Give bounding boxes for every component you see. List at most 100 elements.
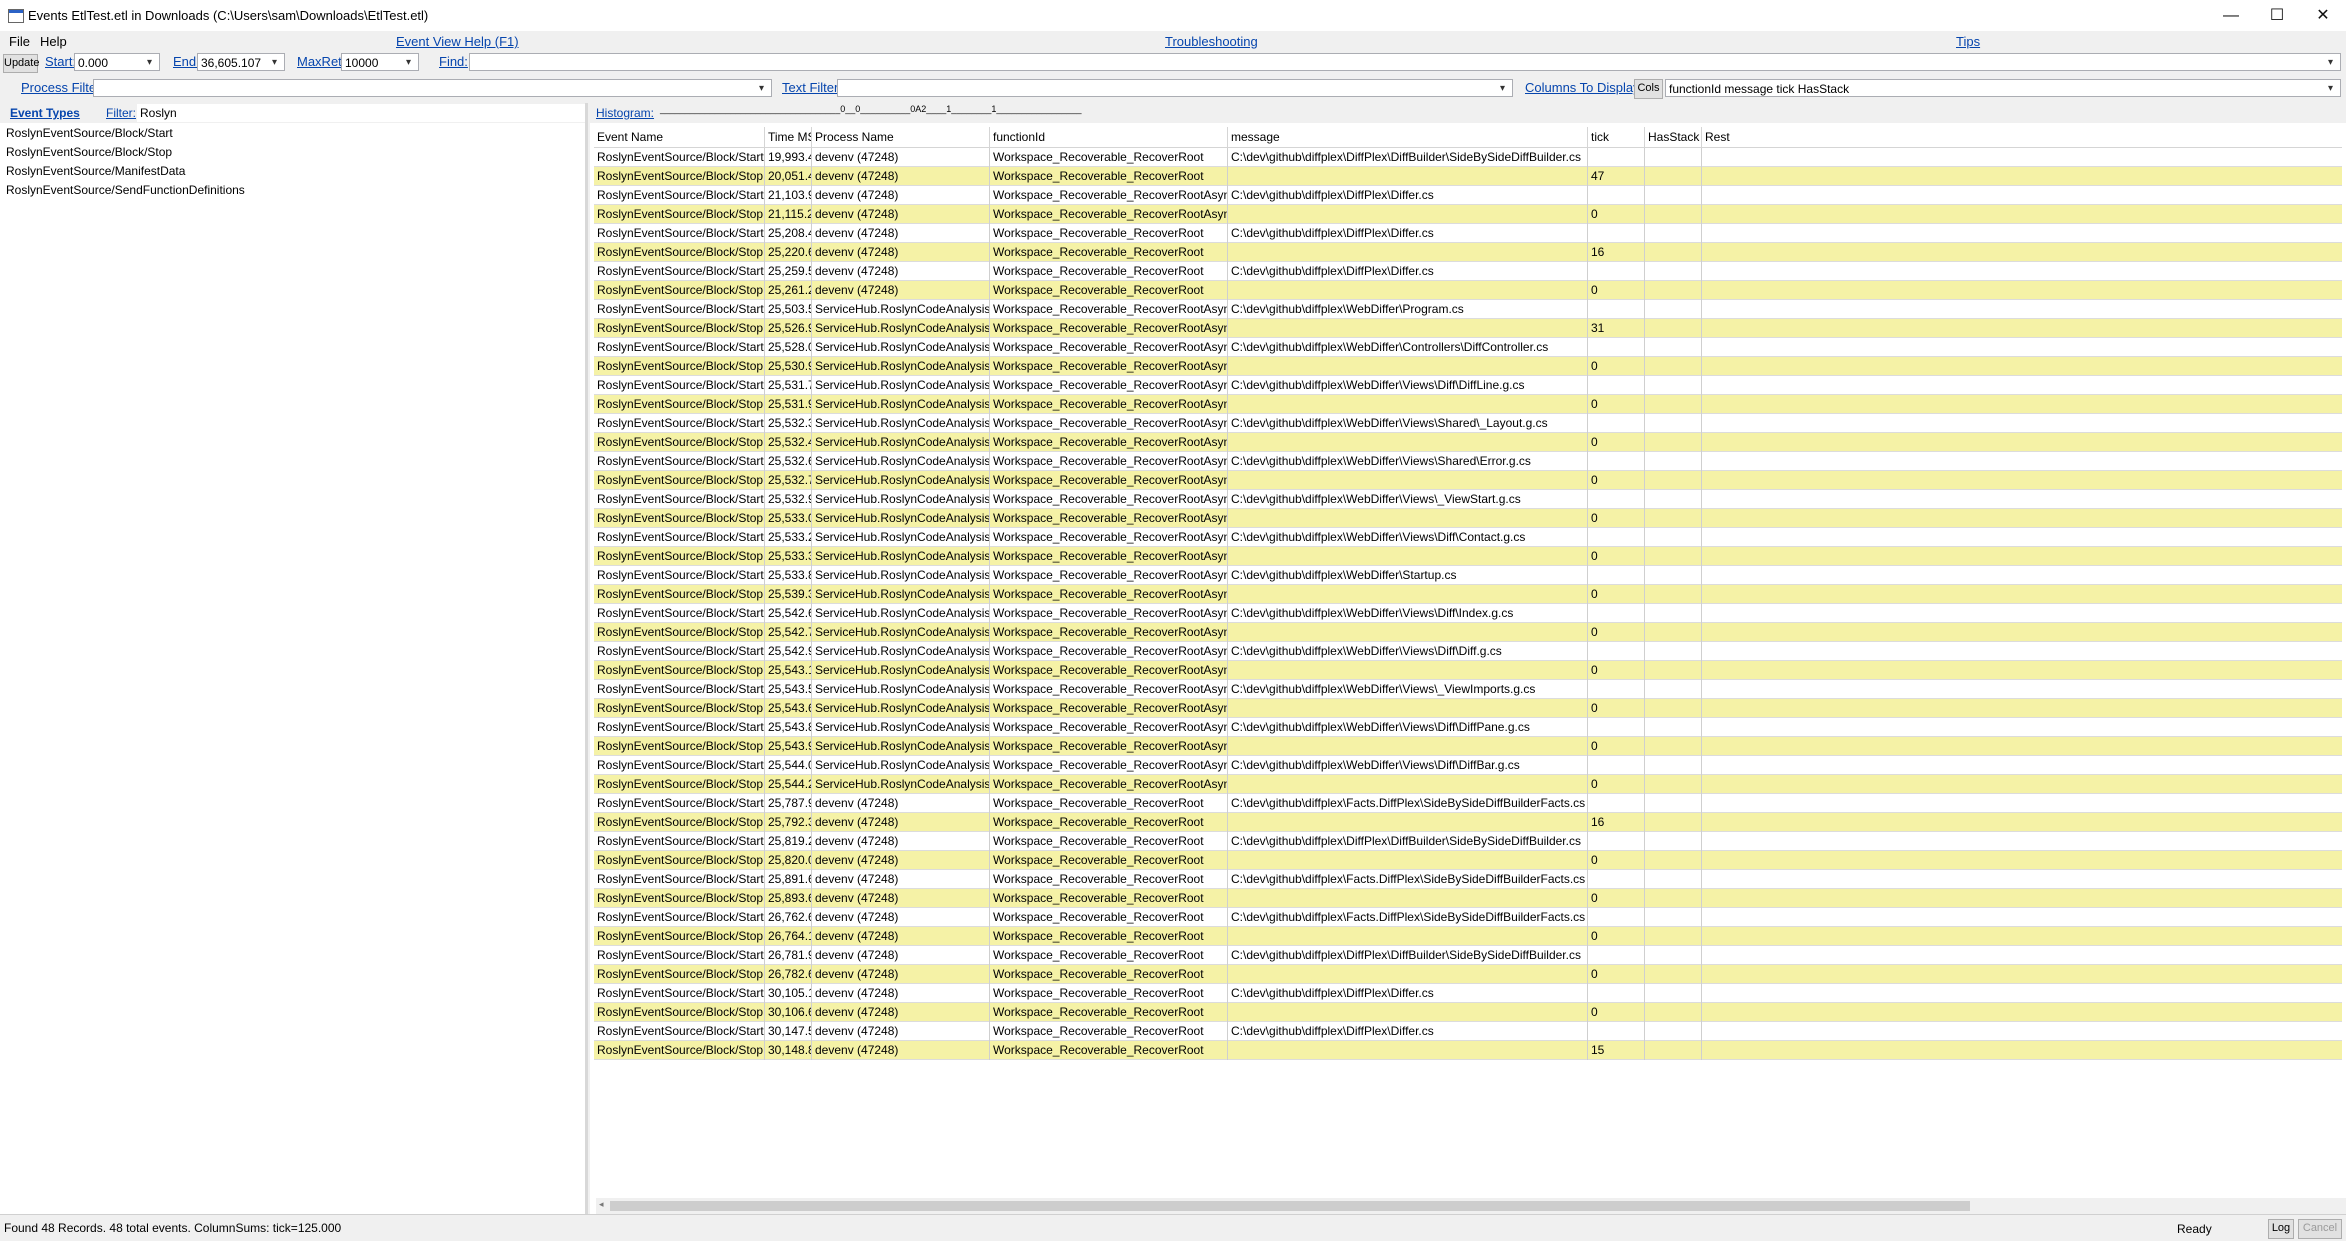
cell-process-name[interactable]: ServiceHub.RoslynCodeAnalysisService32 (…: [812, 623, 990, 642]
text-filter-label[interactable]: Text Filter:: [782, 80, 842, 95]
cell-message[interactable]: C:\dev\github\diffplex\DiffPlex\DiffBuil…: [1228, 832, 1588, 851]
cell-message[interactable]: C:\dev\github\diffplex\WebDiffer\Views\D…: [1228, 376, 1588, 395]
cell-functionid[interactable]: Workspace_Recoverable_RecoverRoot: [990, 794, 1228, 813]
cell-rest[interactable]: [1702, 224, 2342, 243]
text-filter-dropdown-icon[interactable]: ▾: [1500, 83, 1505, 94]
cell-event-name[interactable]: RoslynEventSource/Block/Stop: [594, 965, 765, 984]
cell-time-msec[interactable]: 21,115.240: [765, 205, 812, 224]
table-row[interactable]: RoslynEventSource/Block/Start25,542.648S…: [594, 604, 2342, 623]
cell-message[interactable]: [1228, 1003, 1588, 1022]
table-row[interactable]: RoslynEventSource/Block/Stop25,543.908Se…: [594, 737, 2342, 756]
cell-message[interactable]: C:\dev\github\diffplex\WebDiffer\Views\D…: [1228, 718, 1588, 737]
cell-time-msec[interactable]: 25,528.029: [765, 338, 812, 357]
cell-hasstack[interactable]: [1645, 642, 1702, 661]
close-button[interactable]: ✕: [2300, 0, 2346, 31]
cell-message[interactable]: [1228, 471, 1588, 490]
cell-tick[interactable]: [1588, 262, 1645, 281]
cell-message[interactable]: C:\dev\github\diffplex\WebDiffer\Views\S…: [1228, 414, 1588, 433]
end-dropdown-icon[interactable]: ▾: [272, 57, 277, 68]
cell-event-name[interactable]: RoslynEventSource/Block/Stop: [594, 357, 765, 376]
table-row[interactable]: RoslynEventSource/Block/Stop26,764.109de…: [594, 927, 2342, 946]
cell-process-name[interactable]: ServiceHub.RoslynCodeAnalysisService32 (…: [812, 376, 990, 395]
table-row[interactable]: RoslynEventSource/Block/Start25,532.997S…: [594, 490, 2342, 509]
table-row[interactable]: RoslynEventSource/Block/Start25,528.029S…: [594, 338, 2342, 357]
cell-hasstack[interactable]: [1645, 300, 1702, 319]
table-row[interactable]: RoslynEventSource/Block/Start26,781.938d…: [594, 946, 2342, 965]
cell-functionid[interactable]: Workspace_Recoverable_RecoverRootAsync: [990, 642, 1228, 661]
cell-rest[interactable]: [1702, 414, 2342, 433]
cell-hasstack[interactable]: [1645, 357, 1702, 376]
cell-rest[interactable]: [1702, 167, 2342, 186]
cell-time-msec[interactable]: 25,544.242: [765, 775, 812, 794]
menu-file[interactable]: File: [9, 34, 30, 49]
cell-time-msec[interactable]: 25,533.865: [765, 566, 812, 585]
cell-tick[interactable]: 0: [1588, 737, 1645, 756]
cell-process-name[interactable]: ServiceHub.RoslynCodeAnalysisService32 (…: [812, 642, 990, 661]
table-row[interactable]: RoslynEventSource/Block/Stop25,532.433Se…: [594, 433, 2342, 452]
cell-tick[interactable]: 0: [1588, 623, 1645, 642]
cell-time-msec[interactable]: 25,544.090: [765, 756, 812, 775]
cell-rest[interactable]: [1702, 851, 2342, 870]
cell-process-name[interactable]: devenv (47248): [812, 946, 990, 965]
cell-tick[interactable]: [1588, 604, 1645, 623]
cell-process-name[interactable]: ServiceHub.RoslynCodeAnalysisService32 (…: [812, 509, 990, 528]
table-row[interactable]: RoslynEventSource/Block/Stop25,261.282de…: [594, 281, 2342, 300]
table-row[interactable]: RoslynEventSource/Block/Start26,762.664d…: [594, 908, 2342, 927]
cell-rest[interactable]: [1702, 528, 2342, 547]
cell-process-name[interactable]: ServiceHub.RoslynCodeAnalysisService32 (…: [812, 338, 990, 357]
cell-rest[interactable]: [1702, 585, 2342, 604]
histogram-label[interactable]: Histogram:: [596, 106, 654, 120]
event-types-title[interactable]: Event Types: [10, 106, 80, 120]
cell-rest[interactable]: [1702, 718, 2342, 737]
cell-process-name[interactable]: devenv (47248): [812, 851, 990, 870]
cell-tick[interactable]: [1588, 756, 1645, 775]
cell-message[interactable]: C:\dev\github\diffplex\Facts.DiffPlex\Si…: [1228, 794, 1588, 813]
cell-rest[interactable]: [1702, 148, 2342, 167]
cell-tick[interactable]: 0: [1588, 585, 1645, 604]
cell-tick[interactable]: [1588, 794, 1645, 813]
cell-tick[interactable]: [1588, 1022, 1645, 1041]
cell-functionid[interactable]: Workspace_Recoverable_RecoverRootAsync: [990, 566, 1228, 585]
cell-hasstack[interactable]: [1645, 718, 1702, 737]
cell-tick[interactable]: [1588, 946, 1645, 965]
cell-message[interactable]: C:\dev\github\diffplex\DiffPlex\Differ.c…: [1228, 984, 1588, 1003]
cell-message[interactable]: C:\dev\github\diffplex\WebDiffer\Views\_…: [1228, 490, 1588, 509]
cell-rest[interactable]: [1702, 699, 2342, 718]
cell-time-msec[interactable]: 25,543.646: [765, 699, 812, 718]
cell-functionid[interactable]: Workspace_Recoverable_RecoverRootAsync: [990, 490, 1228, 509]
cell-time-msec[interactable]: 25,543.546: [765, 680, 812, 699]
find-dropdown-icon[interactable]: ▾: [2328, 57, 2333, 68]
cell-time-msec[interactable]: 25,531.788: [765, 376, 812, 395]
cell-event-name[interactable]: RoslynEventSource/Block/Start: [594, 566, 765, 585]
column-header-functionid[interactable]: functionId: [990, 127, 1228, 147]
cell-time-msec[interactable]: 25,543.908: [765, 737, 812, 756]
cell-hasstack[interactable]: [1645, 870, 1702, 889]
cell-tick[interactable]: 0: [1588, 889, 1645, 908]
cell-hasstack[interactable]: [1645, 224, 1702, 243]
cell-message[interactable]: C:\dev\github\diffplex\DiffPlex\Differ.c…: [1228, 186, 1588, 205]
cell-hasstack[interactable]: [1645, 1041, 1702, 1060]
cell-message[interactable]: [1228, 205, 1588, 224]
cell-hasstack[interactable]: [1645, 262, 1702, 281]
cell-message[interactable]: C:\dev\github\diffplex\DiffPlex\Differ.c…: [1228, 224, 1588, 243]
event-types-filter-input[interactable]: Roslyn: [137, 104, 585, 122]
cell-functionid[interactable]: Workspace_Recoverable_RecoverRootAsync: [990, 661, 1228, 680]
cell-hasstack[interactable]: [1645, 490, 1702, 509]
cell-process-name[interactable]: ServiceHub.RoslynCodeAnalysisService32 (…: [812, 395, 990, 414]
cell-rest[interactable]: [1702, 319, 2342, 338]
cell-functionid[interactable]: Workspace_Recoverable_RecoverRoot: [990, 1041, 1228, 1060]
find-input[interactable]: [469, 53, 2341, 71]
table-row[interactable]: RoslynEventSource/Block/Start25,542.984S…: [594, 642, 2342, 661]
table-row[interactable]: RoslynEventSource/Block/Start25,533.865S…: [594, 566, 2342, 585]
cell-tick[interactable]: [1588, 984, 1645, 1003]
cell-rest[interactable]: [1702, 946, 2342, 965]
cell-hasstack[interactable]: [1645, 775, 1702, 794]
cell-hasstack[interactable]: [1645, 547, 1702, 566]
cell-rest[interactable]: [1702, 471, 2342, 490]
cell-message[interactable]: C:\dev\github\diffplex\WebDiffer\Views\D…: [1228, 642, 1588, 661]
table-row[interactable]: RoslynEventSource/Block/Stop25,526.935Se…: [594, 319, 2342, 338]
cell-process-name[interactable]: devenv (47248): [812, 889, 990, 908]
cell-message[interactable]: [1228, 623, 1588, 642]
column-header-hasstack[interactable]: HasStack: [1645, 127, 1702, 147]
column-header-time-msec[interactable]: Time MSec: [765, 127, 812, 147]
